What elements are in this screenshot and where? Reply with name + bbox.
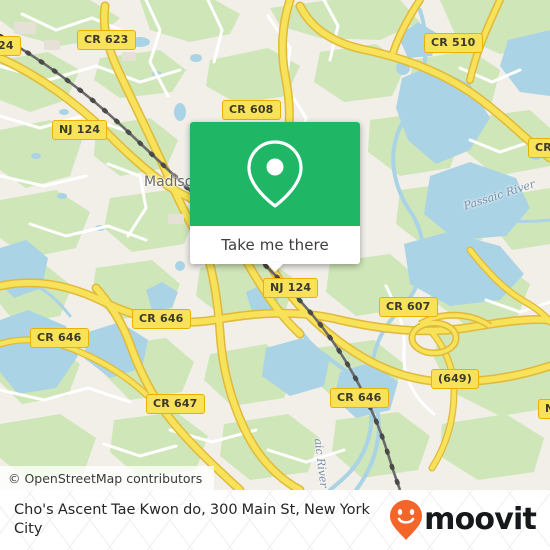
- road-shield-cr-646-b: CR 646: [30, 328, 89, 348]
- road-shield-nj-124: NJ 124: [52, 120, 108, 140]
- road-shield-cr-right-1: CR: [528, 138, 550, 158]
- place-title: Cho's Ascent Tae Kwon do, 300 Main St, N…: [14, 502, 370, 537]
- osm-attribution[interactable]: © OpenStreetMap contributors: [0, 466, 215, 490]
- popup-pin-area: [190, 122, 360, 226]
- road-shield-cr-623: CR 623: [77, 30, 136, 50]
- moovit-wordmark: moovit: [424, 502, 537, 537]
- road-shield-cr-510: CR 510: [424, 33, 483, 53]
- map-canvas[interactable]: Madison Passaic River aic River CR 623 2…: [0, 0, 550, 490]
- destination-popup-card[interactable]: Take me there: [190, 122, 360, 272]
- road-shield-649: (649): [431, 369, 480, 389]
- map-pin-icon: [247, 140, 303, 208]
- popup-action-area[interactable]: Take me there: [190, 226, 360, 272]
- popup-pointer-tail: [266, 263, 284, 272]
- road-shield-24-left: 24: [0, 36, 21, 56]
- road-shield-nj-124-b: NJ 124: [263, 278, 319, 298]
- road-shield-cr-646-a: CR 646: [132, 309, 191, 329]
- moovit-logo[interactable]: moovit: [389, 499, 537, 541]
- road-shield-cr-647: CR 647: [146, 394, 205, 414]
- take-me-there-label: Take me there: [221, 236, 329, 254]
- footer-bar: Cho's Ascent Tae Kwon do, 300 Main St, N…: [0, 490, 550, 550]
- moovit-smiley-pin-icon: [390, 500, 423, 540]
- road-shield-cr-646-c: CR 646: [330, 388, 389, 408]
- road-shield-n-right: N: [538, 399, 550, 419]
- road-shield-cr-607: CR 607: [379, 297, 438, 317]
- road-shield-cr-608: CR 608: [222, 100, 281, 120]
